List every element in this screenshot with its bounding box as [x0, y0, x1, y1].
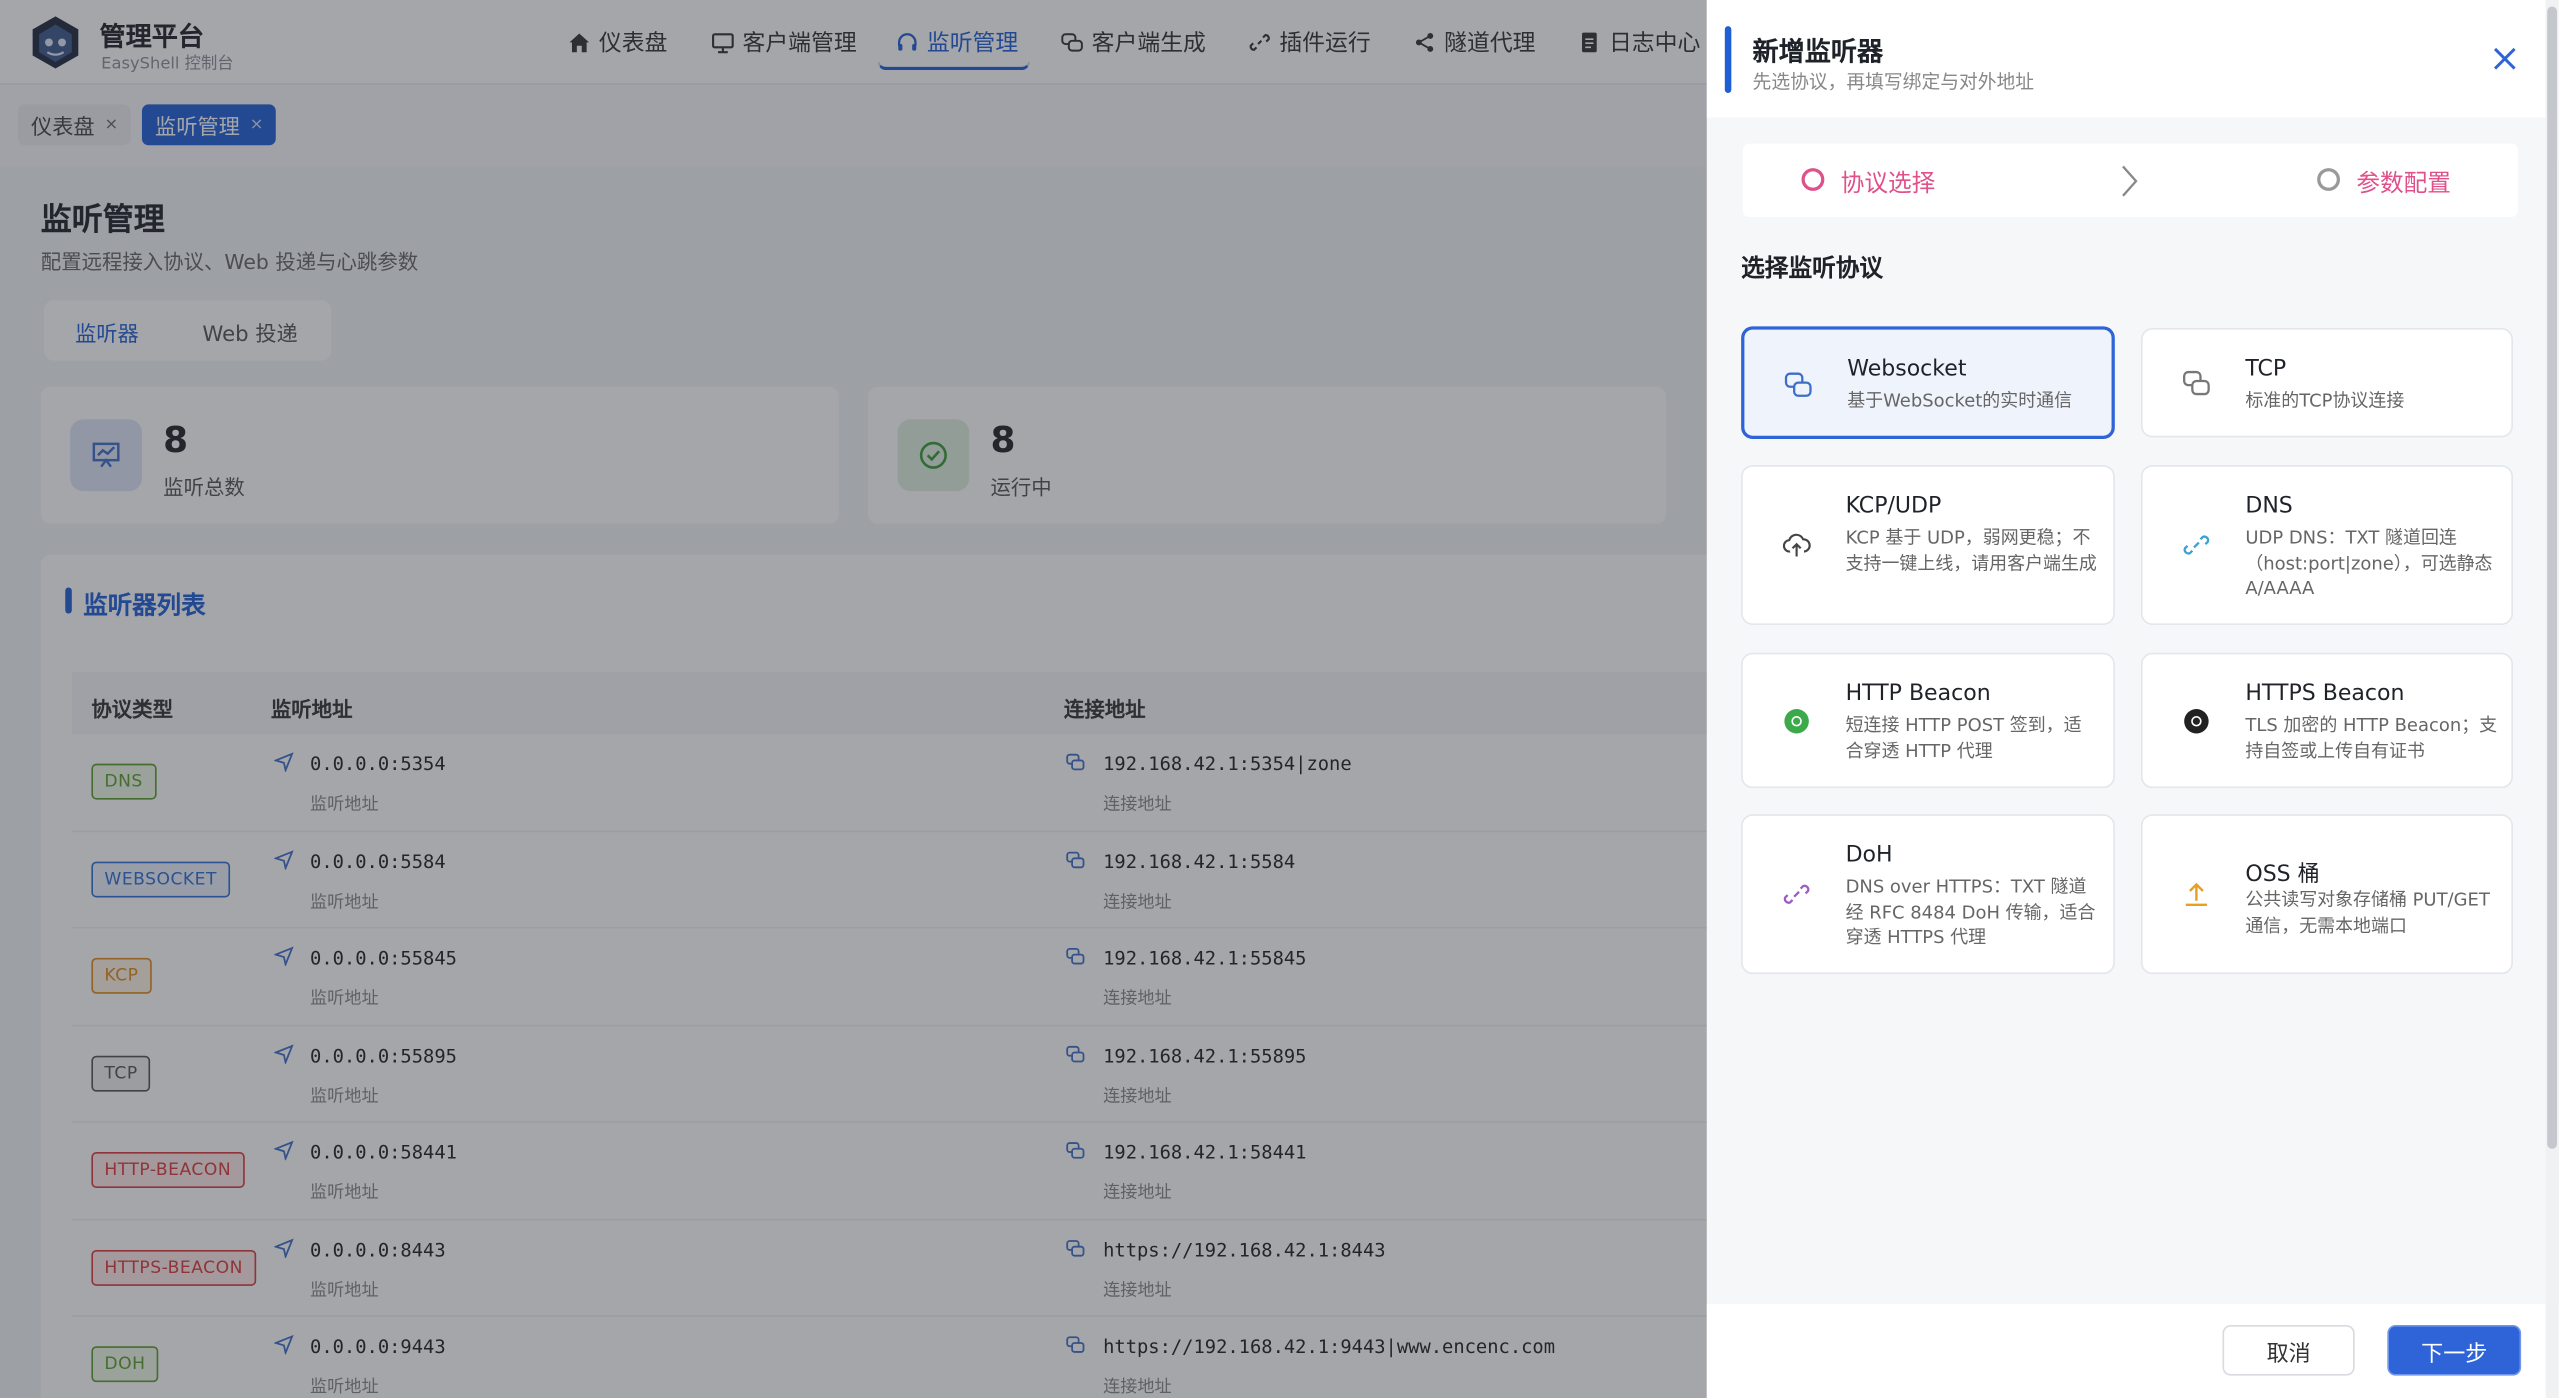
protocol-name: HTTPS Beacon [2245, 680, 2405, 707]
protocol-name: TCP [2245, 355, 2287, 382]
protocol-card-doh[interactable]: DoH DNS over HTTPS：TXT 隧道经 RFC 8484 DoH … [1741, 814, 2115, 975]
websocket-icon [1784, 372, 1812, 397]
protocol-desc: KCP 基于 UDP，弱网更稳；不支持一键上线，请用客户端生成 [1845, 527, 2097, 574]
cloud-upload-icon [1782, 533, 1811, 557]
protocol-desc: 标准的TCP协议连接 [2245, 390, 2405, 412]
protocol-card-http-beacon[interactable]: HTTP Beacon 短连接 HTTP POST 签到，适合穿透 HTTP 代… [1741, 652, 2115, 789]
protocol-card-oss-bucket[interactable]: OSS 桶 公共读写对象存储桶 PUT/GET 通信，无需本地端口 [2140, 814, 2513, 975]
link-icon [2183, 535, 2210, 555]
next-button[interactable]: 下一步 [2387, 1325, 2522, 1376]
protocol-desc: DNS over HTTPS：TXT 隧道经 RFC 8484 DoH 传输，适… [1845, 876, 2096, 949]
drawer-title-accent [1724, 26, 1732, 94]
step-1-ring [1801, 168, 1825, 191]
protocol-card-https-beacon[interactable]: HTTPS Beacon TLS 加密的 HTTP Beacon；支持自签或上传… [2140, 652, 2513, 789]
protocol-desc: 基于WebSocket的实时通信 [1847, 390, 2073, 412]
step-1-label: 协议选择 [1840, 171, 1936, 198]
protocol-desc: 短连接 HTTP POST 签到，适合穿透 HTTP 代理 [1845, 714, 2082, 762]
protocol-name: KCP/UDP [1845, 492, 1942, 519]
close-icon[interactable] [2490, 44, 2519, 73]
drawer-title: 新增监听器 [1752, 35, 1884, 67]
protocol-card-tcp[interactable]: TCP 标准的TCP协议连接 [2140, 327, 2513, 438]
chevron-right-icon [2122, 165, 2138, 197]
protocol-desc: TLS 加密的 HTTP Beacon；支持自签或上传自有证书 [2245, 714, 2498, 762]
protocol-card-dns[interactable]: DNS UDP DNS：TXT 隧道回连（host:port|zone），可选静… [2140, 465, 2513, 625]
protocol-name: OSS 桶 [2245, 861, 2320, 888]
tcp-icon [2183, 370, 2210, 396]
drawer-subtitle: 先选协议，再填写绑定与对外地址 [1752, 70, 2035, 94]
link-purple-icon [1783, 884, 1810, 904]
scrollbar-thumb[interactable] [2547, 6, 2558, 1149]
upload-icon [2185, 882, 2208, 907]
step-2-ring [2317, 168, 2341, 191]
protocol-card-kcp-udp[interactable]: KCP/UDP KCP 基于 UDP，弱网更稳；不支持一键上线，请用客户端生成 [1741, 465, 2115, 625]
protocol-card-websocket[interactable]: Websocket 基于WebSocket的实时通信 [1741, 326, 2115, 439]
protocol-desc: 公共读写对象存储桶 PUT/GET 通信，无需本地端口 [2245, 889, 2490, 936]
protocol-section-title: 选择监听协议 [1741, 256, 1884, 283]
modal-overlay[interactable] [0, 0, 1707, 1398]
protocol-name: DNS [2245, 492, 2293, 519]
protocol-name: Websocket [1847, 355, 1967, 382]
protocol-name: HTTP Beacon [1845, 680, 1991, 707]
step-2-label: 参数配置 [2356, 171, 2451, 198]
protocol-name: DoH [1845, 842, 1893, 869]
protocol-desc: UDP DNS：TXT 隧道回连（host:port|zone），可选静态 A/… [2245, 527, 2493, 599]
cancel-button[interactable]: 取消 [2222, 1325, 2355, 1376]
chrome-dark-icon [2184, 709, 2209, 734]
chrome-green-icon [1784, 709, 1809, 734]
